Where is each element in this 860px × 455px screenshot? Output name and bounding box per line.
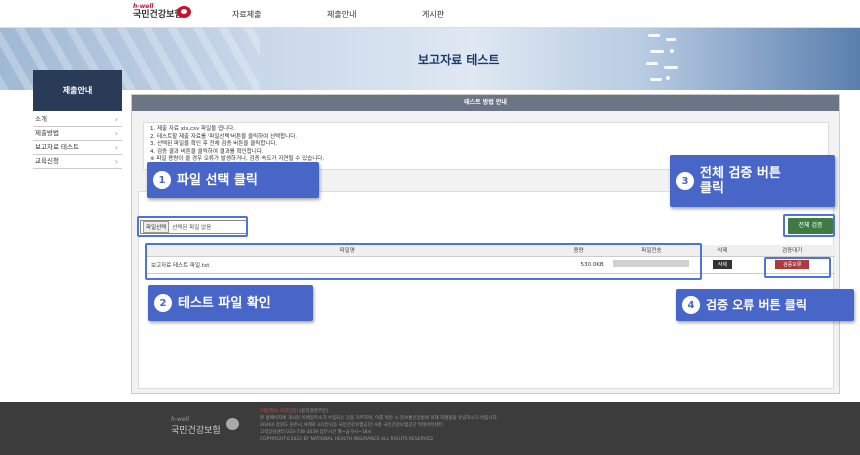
step-number: 4 <box>682 296 700 314</box>
highlight-file-row <box>145 243 702 280</box>
logo-mark-icon <box>177 6 191 18</box>
sidebar-item-label: 보고자료 테스트 <box>35 143 79 151</box>
callout-label: 테스트 파일 확인 <box>178 295 271 311</box>
footer-logo: h-well 국민건강보험 <box>171 416 239 436</box>
sidebar-item-method[interactable]: 제출방법 › <box>33 127 122 141</box>
callout-label-line: 전체 검증 버튼 <box>700 166 781 181</box>
footer-notice: 본 홈페이지에 게시된 이메일주소가 수집되는 것을 거부하며, 이를 위반 시… <box>260 416 499 421</box>
footer-copyright: COPYRIGHT©2022 BY NATIONAL HEALTH INSURA… <box>260 437 433 442</box>
chevron-right-icon: › <box>114 115 118 124</box>
logo-name: 국민건강보험 <box>133 10 183 20</box>
footer-logo-name: 국민건강보험 <box>171 426 221 436</box>
ethics-link[interactable]: [윤리경영부문] <box>300 409 328 414</box>
sidebar-title: 제출안내 <box>33 70 122 111</box>
sidebar-item-intro[interactable]: 소개 › <box>33 113 122 127</box>
callout-label: 파일 선택 클릭 <box>177 172 258 188</box>
logo[interactable]: h-well 국민건강보험 <box>133 4 191 21</box>
footer-logo-tagline: h-well <box>171 416 189 423</box>
col-delete: 삭제 <box>695 245 750 257</box>
chevron-right-icon: › <box>114 129 118 138</box>
page-banner: 보고자료 테스트 <box>0 28 860 90</box>
sidebar-item-education[interactable]: 교육신청 › <box>33 155 122 169</box>
chevron-right-icon: › <box>114 157 118 166</box>
sidebar-item-label: 제출방법 <box>35 129 59 137</box>
chevron-right-icon: › <box>114 143 118 152</box>
footer-info: [개인정보 처리방침] [윤리경영부문] 본 홈페이지에 게시된 이메일주소가 … <box>260 408 498 443</box>
sidebar-item-label: 교육신청 <box>35 157 59 165</box>
nav-item-board[interactable]: 게시판 <box>422 9 444 20</box>
callout-step-3: 3 전체 검증 버튼 클릭 <box>670 155 835 207</box>
top-bar: h-well 국민건강보험 자료제출 제출안내 게시판 <box>0 0 860 28</box>
highlight-validate-all <box>783 214 835 237</box>
delete-cell: 삭제 <box>695 256 750 274</box>
highlight-file-select <box>137 216 248 237</box>
footer-logo-mark-icon <box>226 418 239 430</box>
delete-button[interactable]: 삭제 <box>712 260 732 269</box>
privacy-policy-link[interactable]: [개인정보 처리방침] <box>260 409 298 414</box>
instruction-line: 1. 제출 자료 xls,csv 파일을 엽니다. <box>150 126 235 132</box>
step-number: 1 <box>153 171 171 189</box>
panel-heading: 테스트 방법 안내 <box>132 95 839 111</box>
callout-label: 검증 오류 버튼 클릭 <box>706 297 807 312</box>
highlight-error-button <box>764 257 831 278</box>
page-title: 보고자료 테스트 <box>418 53 500 67</box>
footer: h-well 국민건강보험 [개인정보 처리방침] [윤리경영부문] 본 홈페이… <box>0 402 860 455</box>
instruction-line: 2. 테스트할 제출 자료를 '파일선택'버튼을 클릭하여 선택합니다. <box>150 133 298 140</box>
col-validation: 검증대기 <box>749 245 835 257</box>
nav-item-submit[interactable]: 자료제출 <box>232 9 261 20</box>
molecule-decoration-icon <box>646 34 678 81</box>
sidebar-item-test[interactable]: 보고자료 테스트 › <box>33 141 122 155</box>
nav-item-guide[interactable]: 제출안내 <box>327 9 356 20</box>
sidebar: 소개 › 제출방법 › 보고자료 테스트 › 교육신청 › <box>33 113 122 169</box>
callout-label-line: 클릭 <box>700 181 724 196</box>
footer-contact: 고객상담센터 033-736-2039 업무시간 월~금 9시~18시 <box>260 430 372 435</box>
callout-step-4: 4 검증 오류 버튼 클릭 <box>676 289 854 321</box>
callout-label: 전체 검증 버튼 클릭 <box>700 166 781 196</box>
instruction-line: 3. 선택된 파일을 확인 후 전체 검증 버튼을 클릭합니다. <box>150 141 278 147</box>
step-number: 3 <box>676 172 694 190</box>
footer-address: 26464 강원도 원주시 세계로 32(반곡동 국민건강보험공단) 9층 국민… <box>260 423 443 428</box>
callout-step-1: 1 파일 선택 클릭 <box>147 162 319 198</box>
sidebar-item-label: 소개 <box>35 115 47 123</box>
callout-step-2: 2 테스트 파일 확인 <box>148 285 313 321</box>
step-number: 2 <box>154 294 172 312</box>
